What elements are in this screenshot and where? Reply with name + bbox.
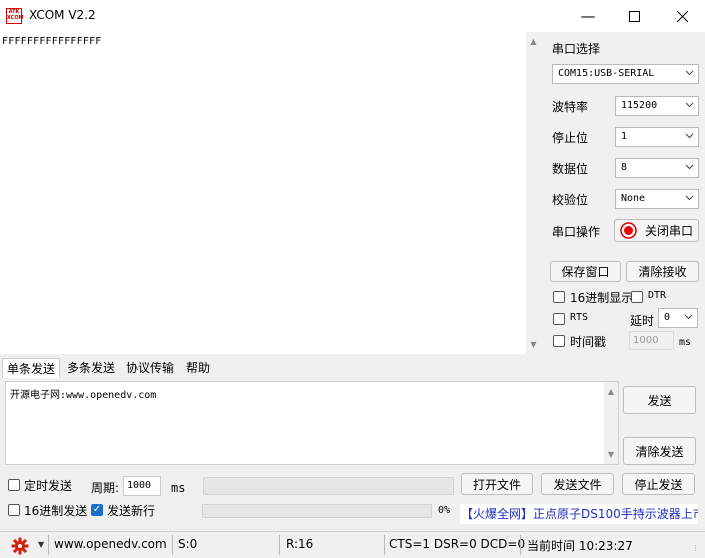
scroll-down-icon[interactable]: ▼ xyxy=(604,450,618,459)
close-icon[interactable] xyxy=(659,0,705,32)
port-value: COM15:USB-SERIAL xyxy=(558,68,655,79)
stop-send-button[interactable]: 停止发送 xyxy=(622,473,695,495)
gear-dropdown-icon[interactable]: ▼ xyxy=(38,540,44,549)
tab-help[interactable]: 帮助 xyxy=(182,358,214,378)
status-bar: ▼ www.openedv.com S:0 R:16 CTS=1 DSR=0 D… xyxy=(0,531,705,558)
delay-select[interactable]: 0 xyxy=(658,308,698,328)
app-logo-icon: ATK XCOM xyxy=(6,8,24,24)
send-status-bar xyxy=(203,477,454,495)
send-newline-label: 发送新行 xyxy=(107,504,156,518)
receive-textarea[interactable]: FFFFFFFFFFFFFFFF ▲ ▼ xyxy=(0,32,542,354)
baud-value: 115200 xyxy=(621,100,658,111)
line-status: CTS=1 DSR=0 DCD=0 xyxy=(389,537,526,551)
rts-label: RTS xyxy=(570,312,589,323)
delay-label: 延时 xyxy=(630,314,655,328)
chevron-down-icon xyxy=(685,70,694,76)
send-button[interactable]: 发送 xyxy=(623,386,696,414)
progress-percent: 0% xyxy=(438,505,451,516)
period-unit: ms xyxy=(171,481,186,495)
send-text: 开源电子网:www.openedv.com xyxy=(10,390,157,401)
timestamp-unit: ms xyxy=(679,337,692,348)
hex-send-label: 16进制发送 xyxy=(24,504,88,518)
dtr-label: DTR xyxy=(648,290,667,301)
window-title: XCOM V2.2 xyxy=(29,8,96,22)
clear-send-button[interactable]: 清除发送 xyxy=(623,437,696,465)
timed-send-label: 定时发送 xyxy=(24,479,73,493)
timestamp-checkbox[interactable] xyxy=(553,335,565,347)
operation-label: 串口操作 xyxy=(552,225,601,239)
chevron-down-icon xyxy=(684,314,693,320)
chevron-down-icon xyxy=(685,102,694,108)
baud-select[interactable]: 115200 xyxy=(615,96,699,116)
parity-value: None xyxy=(621,193,646,204)
clear-receive-button[interactable]: 清除接收 xyxy=(626,261,699,282)
tab-multi-send[interactable]: 多条发送 xyxy=(63,358,119,378)
databits-label: 数据位 xyxy=(552,162,589,176)
toggle-port-button[interactable]: 关闭串口 xyxy=(614,219,699,242)
receive-scrollbar[interactable]: ▲ ▼ xyxy=(526,32,542,354)
timed-send-checkbox[interactable] xyxy=(8,479,20,491)
send-textarea[interactable]: 开源电子网:www.openedv.com ▲ ▼ xyxy=(5,381,619,465)
send-file-button[interactable]: 发送文件 xyxy=(541,473,614,495)
toggle-port-label: 关闭串口 xyxy=(645,224,694,238)
databits-value: 8 xyxy=(621,162,628,173)
baud-label: 波特率 xyxy=(552,100,589,114)
delay-value: 0 xyxy=(664,312,671,323)
port-status-icon xyxy=(620,222,637,239)
sent-count: S:0 xyxy=(178,537,198,551)
chevron-down-icon xyxy=(685,195,694,201)
send-newline-checkbox[interactable]: ✓ xyxy=(91,504,103,516)
website-link[interactable]: www.openedv.com xyxy=(54,537,167,551)
maximize-icon[interactable] xyxy=(611,0,657,32)
send-scrollbar[interactable]: ▲ ▼ xyxy=(604,382,618,464)
databits-select[interactable]: 8 xyxy=(615,158,699,178)
resize-grip-icon[interactable]: ⋮ xyxy=(692,544,699,552)
gear-icon[interactable] xyxy=(11,537,29,555)
file-progress-bar xyxy=(202,504,432,518)
timestamp-label: 时间戳 xyxy=(570,335,607,349)
hex-send-checkbox[interactable] xyxy=(8,504,20,516)
open-file-button[interactable]: 打开文件 xyxy=(461,473,533,495)
period-input[interactable]: 1000 xyxy=(123,476,161,496)
timestamp-input[interactable]: 1000 xyxy=(629,331,674,350)
received-count: R:16 xyxy=(286,537,314,551)
stopbits-label: 停止位 xyxy=(552,131,589,145)
title-bar: ATK XCOM XCOM V2.2 — xyxy=(0,0,705,32)
chevron-down-icon xyxy=(685,164,694,170)
tab-single-send[interactable]: 单条发送 xyxy=(2,358,61,378)
tab-protocol[interactable]: 协议传输 xyxy=(122,358,178,378)
parity-select[interactable]: None xyxy=(615,189,699,209)
hex-display-label: 16进制显示 xyxy=(570,291,634,305)
period-label: 周期: xyxy=(91,481,120,495)
port-label: 串口选择 xyxy=(552,42,601,56)
minimize-icon[interactable]: — xyxy=(565,0,611,32)
stopbits-select[interactable]: 1 xyxy=(615,127,699,147)
promo-link[interactable]: 【火爆全网】正点原子DS100手持示波器上市 xyxy=(460,504,698,524)
scroll-up-icon[interactable]: ▲ xyxy=(526,37,541,46)
stopbits-value: 1 xyxy=(621,131,628,142)
current-time: 当前时间 10:23:27 xyxy=(527,539,633,553)
scroll-up-icon[interactable]: ▲ xyxy=(604,387,618,396)
parity-label: 校验位 xyxy=(552,193,589,207)
save-window-button[interactable]: 保存窗口 xyxy=(550,261,621,282)
scroll-down-icon[interactable]: ▼ xyxy=(526,340,541,349)
dtr-checkbox[interactable] xyxy=(631,291,643,303)
rts-checkbox[interactable] xyxy=(553,313,565,325)
receive-text: FFFFFFFFFFFFFFFF xyxy=(2,36,102,47)
port-select[interactable]: COM15:USB-SERIAL xyxy=(552,64,699,84)
chevron-down-icon xyxy=(685,133,694,139)
hex-display-checkbox[interactable] xyxy=(553,291,565,303)
